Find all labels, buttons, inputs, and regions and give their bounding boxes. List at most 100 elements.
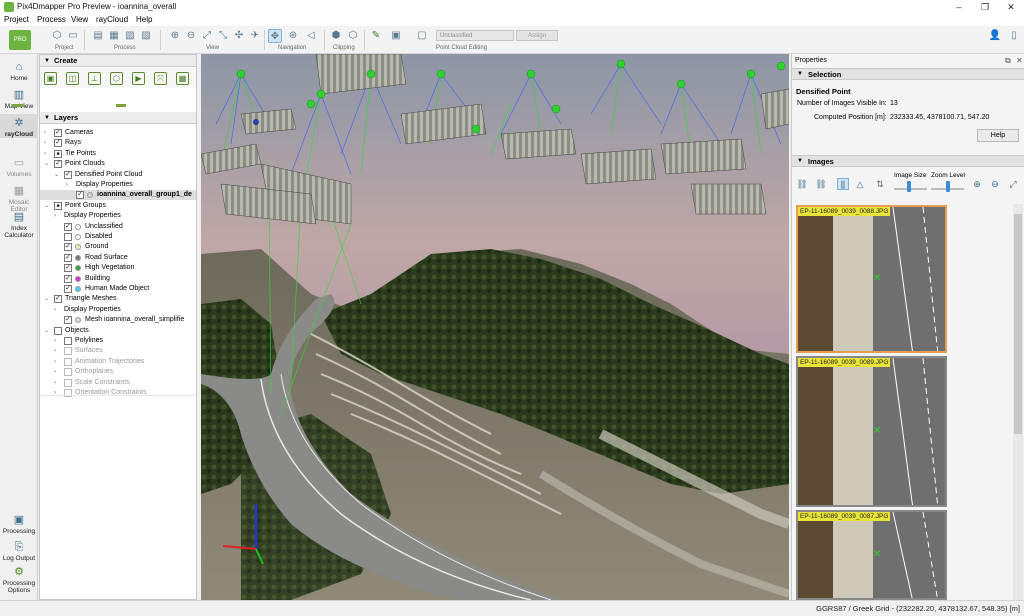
- expand-arrow-icon[interactable]: ⌄: [54, 170, 59, 180]
- expand-arrow-icon[interactable]: ›: [44, 138, 46, 148]
- layer-checkbox[interactable]: ✓: [64, 285, 72, 293]
- expand-arrow-icon[interactable]: ›: [54, 357, 56, 367]
- layer-row[interactable]: › Orthoplanes: [40, 367, 196, 377]
- create-section-header[interactable]: Create: [40, 55, 196, 67]
- layer-checkbox[interactable]: ✓: [64, 222, 72, 231]
- images-section-header[interactable]: Images: [792, 155, 1024, 167]
- nav-raycloud[interactable]: ✲ rayCloud: [0, 114, 38, 138]
- expand-arrow-icon[interactable]: ›: [54, 305, 56, 315]
- layer-checkbox[interactable]: ✓: [64, 253, 72, 262]
- panel-splitter[interactable]: [116, 104, 126, 107]
- open-project-icon[interactable]: ▭: [66, 29, 80, 43]
- sort-images-icon[interactable]: ⫼: [837, 178, 849, 190]
- create-video-icon[interactable]: ▶: [132, 72, 145, 85]
- expand-arrow-icon[interactable]: ›: [54, 346, 56, 356]
- layer-row[interactable]: ✓ Road Surface: [40, 253, 196, 263]
- menu-view[interactable]: View: [71, 15, 88, 24]
- layer-row[interactable]: ⌄ ✓ Point Clouds: [40, 159, 196, 169]
- zoom-fit-icon[interactable]: ⤢: [200, 29, 214, 43]
- clipping-box-icon[interactable]: ⬢: [329, 29, 343, 43]
- unlink-images-icon[interactable]: ⛓: [815, 178, 827, 190]
- layer-checkbox[interactable]: ✓: [54, 139, 62, 148]
- help-button[interactable]: Help: [977, 129, 1019, 142]
- assign-button[interactable]: Assign: [516, 30, 558, 41]
- layer-checkbox[interactable]: [64, 368, 72, 377]
- zoom-in-icon[interactable]: ⊕: [168, 29, 182, 43]
- layer-checkbox[interactable]: ■: [54, 201, 62, 210]
- zoom-in-image-icon[interactable]: ⊕: [971, 178, 983, 190]
- expand-arrow-icon[interactable]: ›: [54, 336, 56, 346]
- selection-mode-icon[interactable]: ▣: [389, 29, 403, 43]
- class-combo[interactable]: Unclassified: [436, 30, 514, 41]
- layer-row[interactable]: ⌄ ✓ Triangle Meshes: [40, 294, 196, 304]
- layer-row[interactable]: ✓ Human Made Object: [40, 284, 196, 294]
- layer-checkbox[interactable]: ✓: [54, 129, 62, 137]
- expand-arrow-icon[interactable]: ›: [44, 128, 46, 138]
- menu-help[interactable]: Help: [136, 15, 152, 24]
- selection-section-header[interactable]: Selection: [792, 68, 1024, 80]
- zoom-level-slider-handle[interactable]: [945, 181, 950, 192]
- process-export-icon[interactable]: ▨: [139, 29, 153, 43]
- sort-ascending-icon[interactable]: △: [854, 178, 866, 190]
- layer-checkbox[interactable]: [64, 347, 72, 356]
- expand-arrow-icon[interactable]: ›: [54, 378, 56, 388]
- layer-checkbox[interactable]: ✓: [64, 243, 72, 252]
- nav-splitter[interactable]: [12, 104, 24, 107]
- layer-checkbox[interactable]: ✓: [64, 170, 72, 179]
- layer-row[interactable]: › Surfaces: [40, 346, 196, 356]
- menu-project[interactable]: Project: [4, 15, 29, 24]
- layer-row[interactable]: ✓ Mesh ioannina_overall_simplifie: [40, 315, 196, 325]
- nav-index-calculator[interactable]: ▤ Index Calculator: [0, 208, 38, 239]
- image-thumbnail[interactable]: ✕ EP-11-16089_0039_0089.JPG: [796, 356, 947, 507]
- layer-row[interactable]: › Scale Constraints: [40, 378, 196, 388]
- layer-checkbox[interactable]: ✓: [64, 316, 72, 325]
- expand-arrow-icon[interactable]: ›: [44, 149, 46, 159]
- image-size-slider-handle[interactable]: [906, 181, 911, 192]
- zoom-out-image-icon[interactable]: ⊖: [989, 178, 1001, 190]
- image-thumbnail[interactable]: ✕ EP-11-16089_0039_0087.JPG: [796, 510, 947, 600]
- create-polygon-icon[interactable]: ▦: [176, 72, 189, 85]
- layer-checkbox[interactable]: [64, 378, 72, 387]
- expand-arrow-icon[interactable]: ›: [66, 180, 68, 190]
- expand-arrow-icon[interactable]: ⌄: [44, 201, 49, 211]
- layer-checkbox[interactable]: [64, 357, 72, 366]
- layer-checkbox[interactable]: ✓: [64, 274, 72, 283]
- layer-checkbox[interactable]: [64, 233, 72, 241]
- menu-process[interactable]: Process: [37, 15, 66, 24]
- maximize-button[interactable]: ❐: [972, 0, 998, 14]
- create-volume-icon[interactable]: ⬡: [110, 72, 123, 85]
- menu-raycloud[interactable]: rayCloud: [96, 15, 128, 24]
- expand-arrow-icon[interactable]: ⌄: [44, 326, 49, 336]
- account-icon[interactable]: 👤: [988, 29, 1002, 43]
- class-color-icon[interactable]: ▢: [415, 29, 429, 43]
- panel-close-icon[interactable]: ✕: [1016, 56, 1023, 65]
- layer-row[interactable]: ✓ Ground: [40, 242, 196, 252]
- images-scrollbar[interactable]: [1013, 204, 1023, 600]
- fit-image-icon[interactable]: ⤢: [1007, 178, 1019, 190]
- process-icon[interactable]: ▤: [91, 29, 105, 43]
- edit-points-icon[interactable]: ✎: [369, 29, 383, 43]
- link-images-icon[interactable]: ⛓: [796, 178, 808, 190]
- layer-row[interactable]: ✓ High Vegetation: [40, 263, 196, 273]
- zoom-out-icon[interactable]: ⊖: [184, 29, 198, 43]
- raycloud-3d-view[interactable]: [201, 54, 789, 600]
- expand-arrow-icon[interactable]: ⌄: [44, 159, 49, 169]
- layer-row[interactable]: › Polylines: [40, 336, 196, 346]
- nav-home[interactable]: ⌂ Home: [0, 58, 38, 82]
- nav-mosaic[interactable]: ▦ Mosaic Editor: [0, 182, 38, 213]
- layer-row[interactable]: › ■ Tie Points: [40, 149, 196, 159]
- layer-row[interactable]: › ✓ Rays: [40, 138, 196, 148]
- view-top-icon[interactable]: ✣: [232, 29, 246, 43]
- nav-volumes[interactable]: ▭ Volumes: [0, 154, 38, 178]
- layer-checkbox[interactable]: ✓: [54, 295, 62, 304]
- expand-arrow-icon[interactable]: ›: [54, 211, 56, 221]
- layer-row[interactable]: › Orientation Constraints: [40, 388, 196, 398]
- create-gcp-icon[interactable]: ▣: [44, 72, 57, 85]
- navigation-camera-icon[interactable]: ◁: [304, 29, 318, 43]
- layer-row[interactable]: › ✓ Cameras: [40, 128, 196, 138]
- image-thumbnail[interactable]: ✕ EP-11-16089_0039_0088.JPG: [796, 205, 947, 353]
- sort-az-icon[interactable]: ⇅: [874, 178, 886, 190]
- new-project-icon[interactable]: ⬡: [50, 29, 64, 43]
- layer-row[interactable]: Disabled: [40, 232, 196, 242]
- nav-log-output[interactable]: ⎘ Log Output: [0, 541, 38, 567]
